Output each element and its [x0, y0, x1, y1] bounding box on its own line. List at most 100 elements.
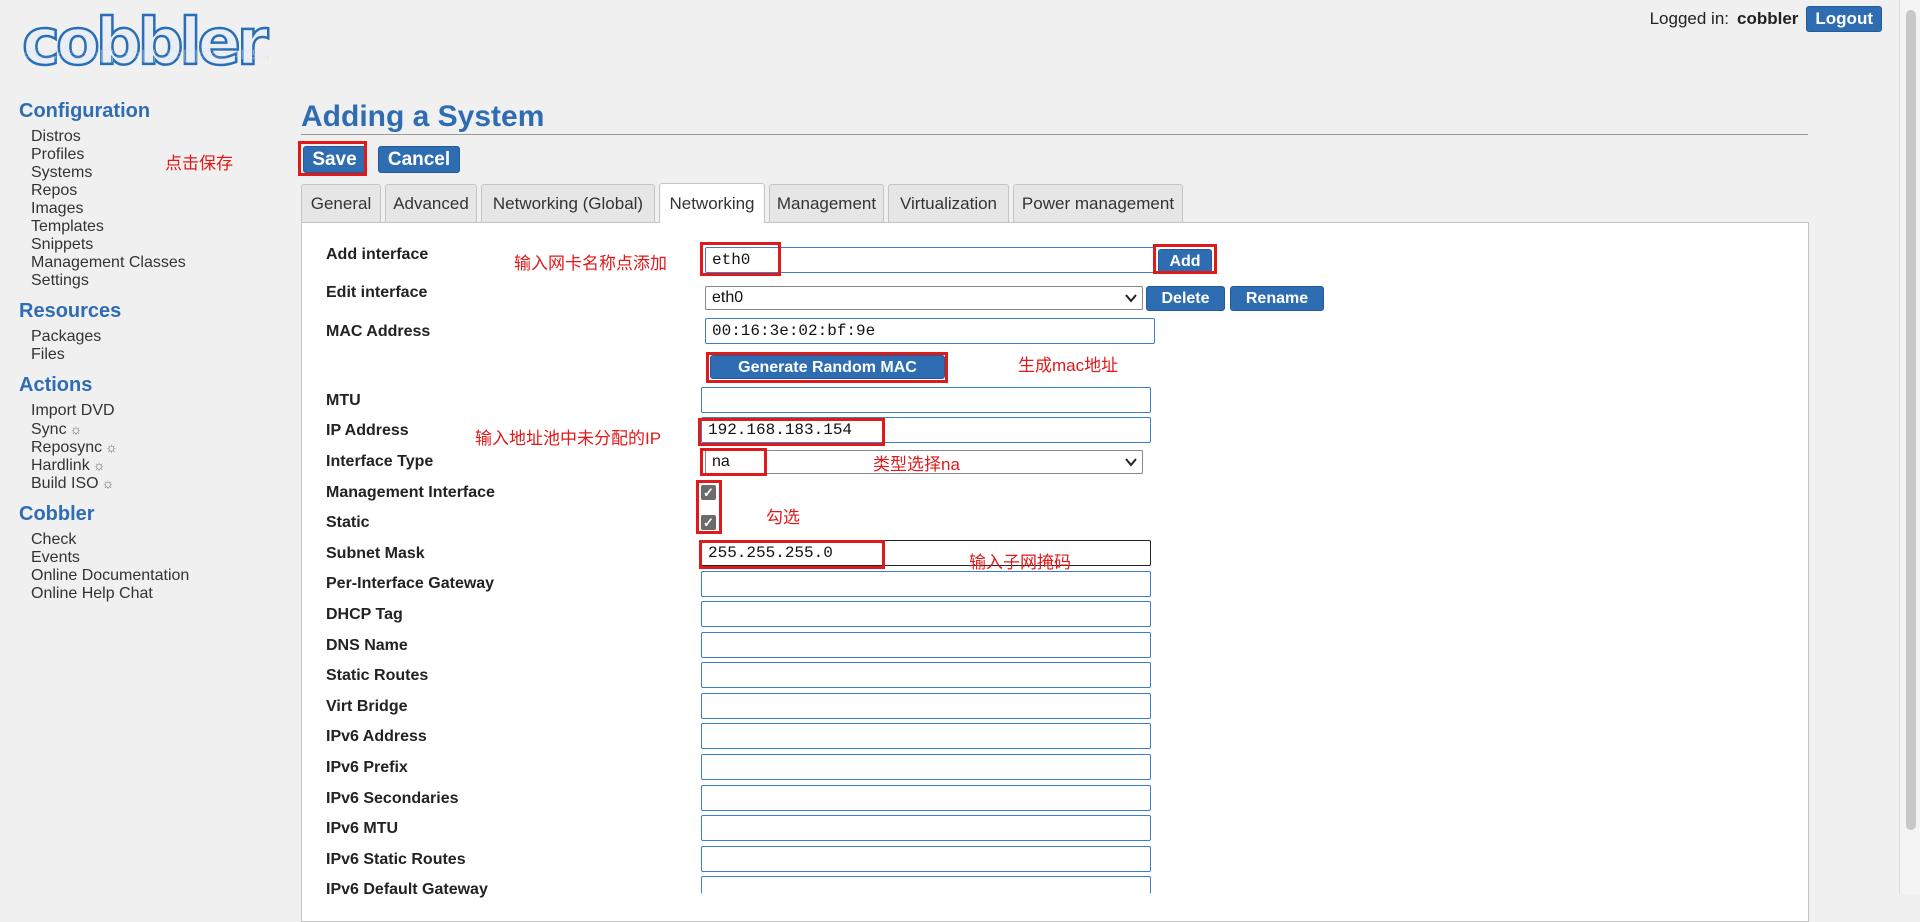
- ipv6-prefix-input[interactable]: [701, 754, 1151, 780]
- annotation-add: 输入网卡名称点添加: [514, 254, 667, 273]
- ip-address-label: IP Address: [326, 422, 409, 439]
- mac-address-input[interactable]: 00:16:3e:02:bf:9e: [705, 318, 1155, 344]
- interface-type-label: Interface Type: [326, 453, 434, 470]
- sidebar-item-label: Build ISO: [31, 475, 99, 492]
- sidebar-item-management-classes[interactable]: Management Classes: [31, 254, 186, 272]
- generate-random-mac-button[interactable]: Generate Random MAC: [710, 355, 945, 379]
- ipv6-mtu-label: IPv6 MTU: [326, 820, 399, 837]
- tab-power-management[interactable]: Power management: [1013, 184, 1183, 222]
- sidebar-item-profiles[interactable]: Profiles: [31, 146, 186, 164]
- static-label: Static: [326, 514, 370, 531]
- annotation-check: 勾选: [766, 508, 800, 527]
- sidebar-item-label: Import DVD: [31, 402, 115, 419]
- ipv6-address-input[interactable]: [701, 723, 1151, 749]
- ipv6-static-routes-label: IPv6 Static Routes: [326, 851, 466, 868]
- delete-interface-button[interactable]: Delete: [1146, 286, 1225, 311]
- mtu-label: MTU: [326, 392, 361, 409]
- gear-icon: ☼: [92, 457, 106, 473]
- gear-icon: ☼: [101, 475, 115, 491]
- save-button[interactable]: Save: [303, 146, 366, 173]
- sidebar-item-images[interactable]: Images: [31, 200, 186, 218]
- sidebar-item-packages[interactable]: Packages: [31, 328, 101, 346]
- add-interface-label: Add interface: [326, 246, 429, 263]
- sidebar-item-events[interactable]: Events: [31, 549, 189, 567]
- ipv6-default-gateway-input[interactable]: [701, 876, 1151, 894]
- gear-icon: ☼: [69, 421, 83, 437]
- sidebar-item-reposync[interactable]: Reposync ☼: [31, 438, 118, 456]
- ipv6-secondaries-input[interactable]: [701, 785, 1151, 811]
- sidebar-heading-actions: Actions: [19, 374, 93, 396]
- tab-networking-global[interactable]: Networking (Global): [481, 184, 655, 222]
- static-routes-input[interactable]: [701, 662, 1151, 688]
- rename-interface-button[interactable]: Rename: [1230, 286, 1324, 311]
- static-routes-label: Static Routes: [326, 667, 429, 684]
- annotation-save: 点击保存: [165, 154, 233, 173]
- login-status: Logged in: cobbler Logout: [1650, 6, 1882, 32]
- ipv6-static-routes-input[interactable]: [701, 846, 1151, 872]
- sidebar-item-snippets[interactable]: Snippets: [31, 236, 186, 254]
- edit-interface-label: Edit interface: [326, 284, 428, 301]
- chevron-down-icon: [1125, 294, 1137, 303]
- tab-networking[interactable]: Networking: [659, 183, 765, 223]
- sidebar-item-distros[interactable]: Distros: [31, 128, 186, 146]
- interface-type-selected: na: [712, 453, 730, 470]
- sidebar-item-sync[interactable]: Sync ☼: [31, 420, 118, 438]
- chevron-down-icon: [1125, 458, 1137, 467]
- annotation-ip: 输入地址池中未分配的IP: [475, 429, 662, 448]
- logo-reflection: cobbler: [22, 46, 265, 65]
- sidebar-item-systems[interactable]: Systems: [31, 164, 186, 182]
- gear-icon: ☼: [105, 439, 118, 455]
- sidebar-item-online-help-chat[interactable]: Online Help Chat: [31, 585, 189, 603]
- gateway-label: Per-Interface Gateway: [326, 575, 495, 592]
- sidebar-resources-list: Packages Files: [31, 328, 101, 364]
- sidebar-item-check[interactable]: Check: [31, 531, 189, 549]
- subnet-mask-input[interactable]: 255.255.255.0: [701, 540, 1151, 566]
- username: cobbler: [1737, 9, 1799, 28]
- dns-name-input[interactable]: [701, 632, 1151, 658]
- edit-interface-select[interactable]: eth0: [705, 286, 1143, 310]
- dhcp-tag-input[interactable]: [701, 601, 1151, 627]
- sidebar-item-settings[interactable]: Settings: [31, 272, 186, 290]
- virt-bridge-input[interactable]: [701, 693, 1151, 719]
- sidebar-item-import-dvd[interactable]: Import DVD: [31, 402, 118, 420]
- cancel-button[interactable]: Cancel: [378, 146, 460, 173]
- tab-advanced[interactable]: Advanced: [385, 184, 477, 222]
- sidebar-item-label: Hardlink: [31, 457, 90, 474]
- logged-in-label: Logged in:: [1649, 9, 1729, 28]
- cobbler-logo: cobbler cobbler: [21, 6, 270, 88]
- logo-text: cobbler: [21, 6, 270, 80]
- management-interface-checkbox[interactable]: ✓: [701, 485, 716, 500]
- ipv6-prefix-label: IPv6 Prefix: [326, 759, 408, 776]
- sidebar-heading-cobbler: Cobbler: [19, 503, 95, 525]
- ipv6-mtu-input[interactable]: [701, 815, 1151, 841]
- sidebar-item-repos[interactable]: Repos: [31, 182, 186, 200]
- mtu-input[interactable]: [701, 387, 1151, 413]
- logout-button[interactable]: Logout: [1806, 6, 1882, 32]
- sidebar-item-files[interactable]: Files: [31, 346, 101, 364]
- tab-management[interactable]: Management: [769, 184, 884, 222]
- gateway-input[interactable]: [701, 571, 1151, 597]
- sidebar-item-online-documentation[interactable]: Online Documentation: [31, 567, 189, 585]
- add-interface-input[interactable]: eth0: [705, 247, 1155, 273]
- dns-name-label: DNS Name: [326, 637, 408, 654]
- sidebar-configuration-list: Distros Profiles Systems Repos Images Te…: [31, 128, 186, 290]
- sidebar-item-build-iso[interactable]: Build ISO ☼: [31, 474, 118, 492]
- annotation-type: 类型选择na: [873, 455, 960, 474]
- title-divider: [301, 134, 1808, 135]
- sidebar-item-hardlink[interactable]: Hardlink ☼: [31, 456, 118, 474]
- add-interface-button[interactable]: Add: [1158, 249, 1212, 273]
- tab-general[interactable]: General: [301, 184, 381, 222]
- edit-interface-selected: eth0: [712, 289, 744, 306]
- sidebar-item-templates[interactable]: Templates: [31, 218, 186, 236]
- subnet-mask-label: Subnet Mask: [326, 545, 425, 562]
- ipv6-secondaries-label: IPv6 Secondaries: [326, 790, 459, 807]
- tab-virtualization[interactable]: Virtualization: [888, 184, 1009, 222]
- scrollbar-thumb[interactable]: [1906, 10, 1916, 830]
- ip-address-input[interactable]: 192.168.183.154: [701, 417, 1151, 443]
- static-checkbox[interactable]: ✓: [701, 515, 716, 530]
- page-title: Adding a System: [301, 100, 545, 133]
- sidebar-item-label: Sync: [31, 421, 67, 438]
- annotation-subnet: 输入子网掩码: [969, 553, 1071, 572]
- virt-bridge-label: Virt Bridge: [326, 698, 408, 715]
- sidebar-item-label: Reposync: [31, 439, 103, 456]
